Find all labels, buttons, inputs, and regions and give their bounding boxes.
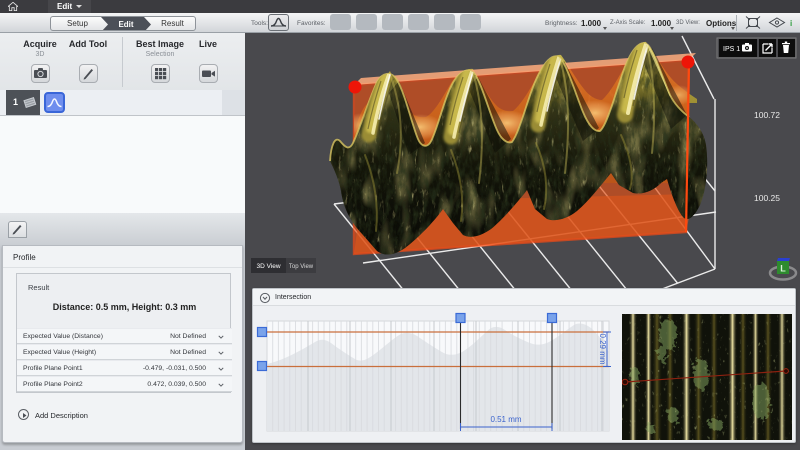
svg-text:L: L [780, 264, 786, 274]
svg-text:0.51 mm: 0.51 mm [490, 415, 521, 424]
svg-text:3D View: 3D View [256, 263, 280, 270]
svg-text:IPS 1: IPS 1 [723, 46, 740, 53]
svg-text:Top View: Top View [289, 264, 314, 270]
svg-text:0.29 mm: 0.29 mm [598, 333, 607, 364]
svg-text:100.25: 100.25 [754, 193, 780, 203]
svg-text:100.72: 100.72 [754, 110, 780, 120]
